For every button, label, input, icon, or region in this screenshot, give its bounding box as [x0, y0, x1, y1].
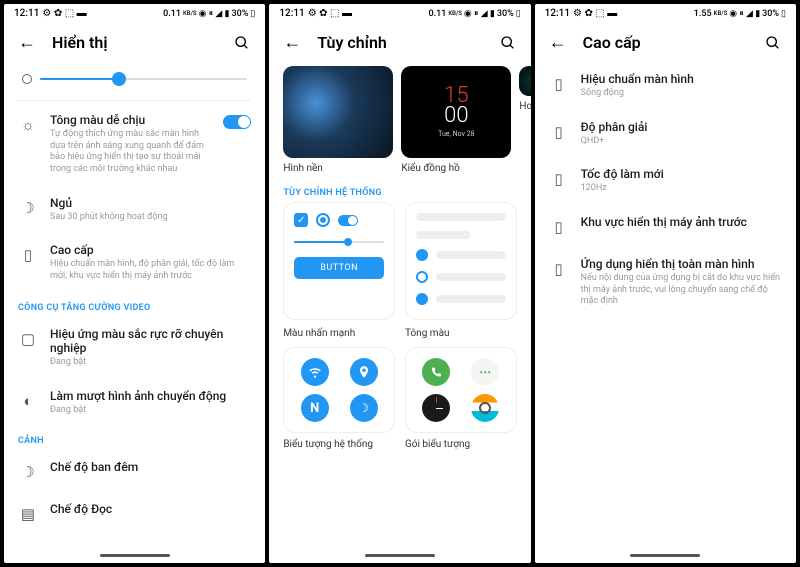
nfc-icon: N [301, 394, 329, 422]
night-icon: ☽ [18, 462, 38, 482]
read-row[interactable]: ▤ Chế độ Đọc [18, 492, 251, 534]
fullscreen-icon: ▯ [549, 259, 569, 279]
header: ← Hiển thị [4, 23, 265, 62]
camera-area-icon: ▯ [549, 217, 569, 237]
status-time: 12:11 [14, 8, 39, 19]
resolution-row[interactable]: ▯ Độ phân giải QHD+ [549, 110, 782, 158]
clock-app-icon [422, 394, 450, 422]
fullscreen-row[interactable]: ▯ Ứng dụng hiển thị toàn màn hình Nếu nộ… [549, 247, 782, 318]
status-bar: 12:11 ⚙ ✿ ⬚ ▬ 0.11KB/S ◉ ⏸ ◢ ▮ 30% ▯ [4, 4, 265, 23]
radio-icon [316, 213, 330, 227]
back-icon[interactable]: ← [549, 34, 567, 52]
search-icon[interactable] [499, 34, 517, 52]
wifi-icon [301, 358, 329, 386]
screen-display: 12:11 ⚙ ✿ ⬚ ▬ 0.11KB/S ◉ ⏸ ◢ ▮ 30% ▯ ← H… [4, 4, 265, 563]
status-bar: 12:11 ⚙ ✿ ⬚ ▬ 1.55KB/S ◉ ⏸ ◢ ▮ 30% ▯ [535, 4, 796, 23]
page-title: Tùy chỉnh [317, 33, 482, 52]
preview-row: Hình nền 15 00 Tue, Nov 28 Kiểu đồng hồ … [283, 62, 530, 178]
tone-card[interactable] [405, 202, 517, 320]
header: ← Tùy chỉnh [269, 23, 530, 62]
clock-style-card[interactable]: 15 00 Tue, Nov 28 Kiểu đồng hồ [401, 66, 511, 174]
motion-icon: ◐ [18, 391, 38, 411]
moon-icon: ☽ [18, 198, 38, 218]
refresh-row[interactable]: ▯ Tốc độ làm mới 120Hz [549, 157, 782, 205]
header: ← Cao cấp [535, 23, 796, 62]
camera-app-icon [471, 394, 499, 422]
sample-button: BUTTON [294, 257, 384, 279]
refresh-icon: ▯ [549, 169, 569, 189]
accent-card[interactable]: ✓ BUTTON [283, 202, 395, 320]
search-icon[interactable] [764, 34, 782, 52]
vivid-row[interactable]: ▢ Hiệu ứng màu sắc rực rỡ chuyên nghiệp … [18, 317, 251, 379]
sleep-row[interactable]: ☽ Ngủ Sau 30 phút không hoạt động [18, 186, 251, 234]
mini-slider [294, 241, 384, 243]
brightness-slider[interactable] [40, 78, 247, 80]
dnd-icon: ☽ [350, 394, 378, 422]
nav-handle[interactable] [100, 554, 170, 557]
camera-area-row[interactable]: ▯ Khu vực hiển thị máy ảnh trước [549, 205, 782, 247]
display-icon: ▢ [18, 329, 38, 349]
resolution-icon: ▯ [549, 122, 569, 142]
calibration-row[interactable]: ▯ Hiệu chuẩn màn hình Sống động [549, 62, 782, 110]
animation-preview [519, 66, 530, 96]
brightness-low-icon [22, 74, 32, 84]
nav-handle[interactable] [365, 554, 435, 557]
system-icons-card[interactable]: N ☽ [283, 347, 395, 433]
more-icon: ⋯ [471, 358, 499, 386]
book-icon: ▤ [18, 504, 38, 524]
checkbox-icon: ✓ [294, 213, 308, 227]
search-icon[interactable] [233, 34, 251, 52]
toggle-icon [338, 215, 358, 226]
dot-icon [416, 293, 428, 305]
phone-icon: ▯ [18, 245, 38, 265]
night-row[interactable]: ☽ Chế độ ban đêm [18, 450, 251, 492]
calibration-icon: ▯ [549, 74, 569, 94]
status-bar: 12:11 ⚙ ✿ ⬚ ▬ 0.11KB/S ◉ ⏸ ◢ ▮ 30% ▯ [269, 4, 530, 23]
back-icon[interactable]: ← [283, 34, 301, 52]
section-system: TÙY CHỈNH HỆ THỐNG [283, 178, 516, 202]
sun-icon: ☼ [18, 115, 38, 135]
dot-icon [416, 271, 428, 283]
section-video: CÔNG CỤ TĂNG CƯỜNG VIDEO [18, 293, 251, 317]
brightness-slider-row [18, 62, 251, 98]
page-title: Hiển thị [52, 33, 217, 52]
location-icon [350, 358, 378, 386]
screen-advanced: 12:11 ⚙ ✿ ⬚ ▬ 1.55KB/S ◉ ⏸ ◢ ▮ 30% ▯ ← C… [535, 4, 796, 563]
page-title: Cao cấp [583, 33, 748, 52]
comfort-toggle[interactable] [223, 115, 251, 129]
wallpaper-card[interactable]: Hình nền [283, 66, 393, 174]
nav-handle[interactable] [630, 554, 700, 557]
animation-card[interactable]: Hoạt ả [519, 66, 530, 174]
phone-app-icon [422, 358, 450, 386]
icon-pack-card[interactable]: ⋯ [405, 347, 517, 433]
comfort-tone-row[interactable]: ☼ Tông màu dễ chịu Tự động thích ứng màu… [18, 103, 251, 186]
advanced-row[interactable]: ▯ Cao cấp Hiệu chuẩn màn hình, độ phân g… [18, 233, 251, 292]
clock-preview: 15 00 Tue, Nov 28 [401, 66, 511, 158]
back-icon[interactable]: ← [18, 34, 36, 52]
dot-icon [416, 249, 428, 261]
smooth-row[interactable]: ◐ Làm mượt hình ảnh chuyển động Đang bật [18, 379, 251, 427]
wallpaper-preview [283, 66, 393, 158]
screen-customize: 12:11 ⚙ ✿ ⬚ ▬ 0.11KB/S ◉ ⏸ ◢ ▮ 30% ▯ ← T… [269, 4, 530, 563]
section-scene: CẢNH [18, 426, 251, 450]
